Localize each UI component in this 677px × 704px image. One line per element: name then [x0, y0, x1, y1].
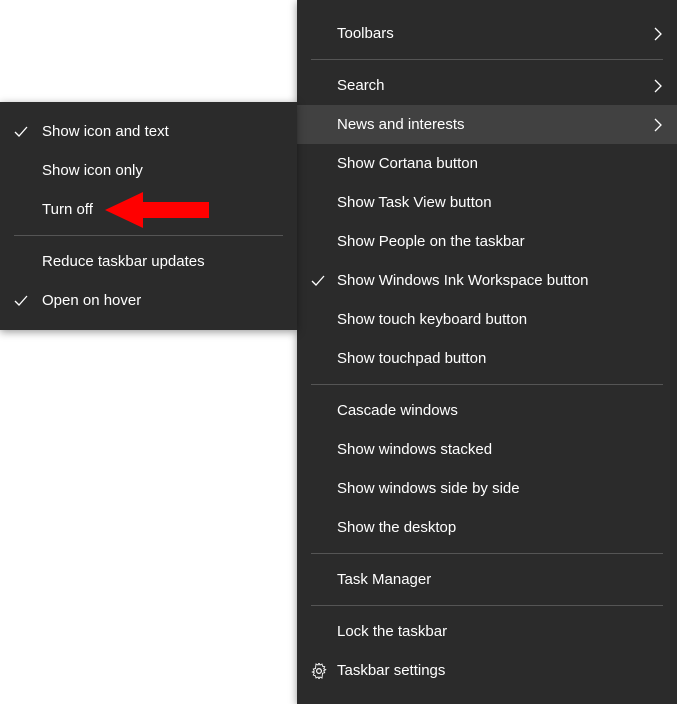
menu-label: Turn off — [42, 201, 283, 218]
menu-label: Show touchpad button — [337, 350, 663, 367]
check-icon — [14, 294, 42, 308]
submenu-item-open-on-hover[interactable]: Open on hover — [0, 281, 297, 320]
menu-label: Show icon only — [42, 162, 283, 179]
menu-item-show-the-desktop[interactable]: Show the desktop — [297, 508, 677, 547]
menu-separator — [311, 384, 663, 385]
menu-label: Show Task View button — [337, 194, 663, 211]
check-icon — [311, 274, 337, 288]
menu-label: Show icon and text — [42, 123, 283, 140]
menu-label: Task Manager — [337, 571, 663, 588]
menu-label: Search — [337, 77, 643, 94]
menu-item-show-touchpad[interactable]: Show touchpad button — [297, 339, 677, 378]
menu-item-show-windows-stacked[interactable]: Show windows stacked — [297, 430, 677, 469]
check-icon — [14, 125, 42, 139]
menu-item-taskbar-settings[interactable]: Taskbar settings — [297, 651, 677, 690]
menu-label: Lock the taskbar — [337, 623, 663, 640]
submenu-item-turn-off[interactable]: Turn off — [0, 190, 297, 229]
menu-label: Show windows side by side — [337, 480, 663, 497]
menu-label: Show Cortana button — [337, 155, 663, 172]
menu-label: Show touch keyboard button — [337, 311, 663, 328]
chevron-right-icon — [643, 118, 663, 132]
menu-item-toolbars[interactable]: Toolbars — [297, 14, 677, 53]
menu-item-lock-the-taskbar[interactable]: Lock the taskbar — [297, 612, 677, 651]
menu-label: Show People on the taskbar — [337, 233, 663, 250]
submenu-item-show-icon-only[interactable]: Show icon only — [0, 151, 297, 190]
menu-item-news-and-interests[interactable]: News and interests — [297, 105, 677, 144]
menu-item-show-people[interactable]: Show People on the taskbar — [297, 222, 677, 261]
menu-label: News and interests — [337, 116, 643, 133]
chevron-right-icon — [643, 79, 663, 93]
menu-separator — [311, 553, 663, 554]
menu-item-show-windows-ink[interactable]: Show Windows Ink Workspace button — [297, 261, 677, 300]
menu-item-show-cortana-button[interactable]: Show Cortana button — [297, 144, 677, 183]
submenu-item-reduce-taskbar-updates[interactable]: Reduce taskbar updates — [0, 242, 297, 281]
menu-item-show-touch-keyboard[interactable]: Show touch keyboard button — [297, 300, 677, 339]
menu-label: Cascade windows — [337, 402, 663, 419]
menu-item-show-windows-side-by-side[interactable]: Show windows side by side — [297, 469, 677, 508]
menu-label: Show windows stacked — [337, 441, 663, 458]
menu-label: Show the desktop — [337, 519, 663, 536]
menu-separator — [14, 235, 283, 236]
menu-label: Toolbars — [337, 25, 643, 42]
menu-label: Show Windows Ink Workspace button — [337, 272, 663, 289]
menu-separator — [311, 59, 663, 60]
menu-separator — [311, 605, 663, 606]
gear-icon — [311, 663, 337, 679]
menu-label: Taskbar settings — [337, 662, 663, 679]
chevron-right-icon — [643, 27, 663, 41]
menu-label: Reduce taskbar updates — [42, 253, 283, 270]
menu-item-task-manager[interactable]: Task Manager — [297, 560, 677, 599]
menu-item-show-task-view-button[interactable]: Show Task View button — [297, 183, 677, 222]
news-and-interests-submenu: Show icon and text Show icon only Turn o… — [0, 102, 297, 330]
submenu-item-show-icon-and-text[interactable]: Show icon and text — [0, 112, 297, 151]
taskbar-context-menu: Toolbars Search News and interests Show … — [297, 0, 677, 704]
menu-item-cascade-windows[interactable]: Cascade windows — [297, 391, 677, 430]
menu-item-search[interactable]: Search — [297, 66, 677, 105]
menu-label: Open on hover — [42, 292, 283, 309]
